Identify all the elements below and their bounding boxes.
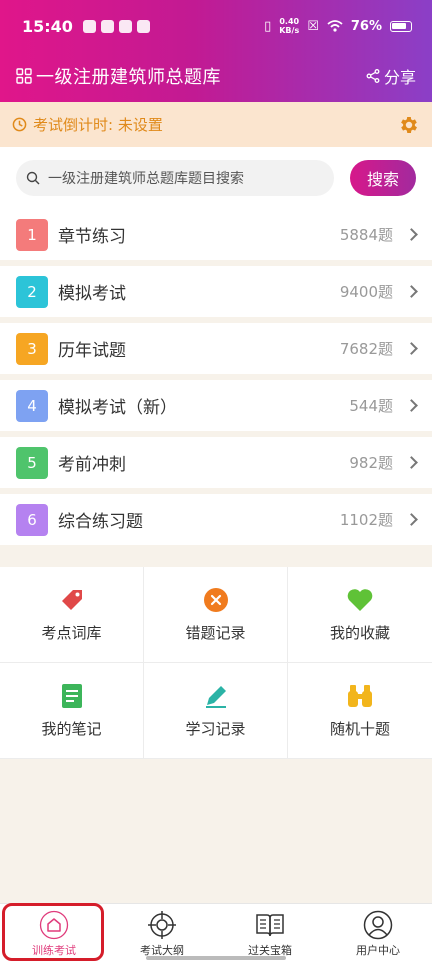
- network-speed-unit: KB/s: [279, 26, 300, 35]
- section-label: 历年试题: [58, 341, 126, 361]
- section-label: 综合练习题: [58, 512, 143, 532]
- section-label: 模拟考试: [58, 284, 126, 304]
- notification-app-icon: [100, 19, 114, 33]
- tool-wrong-answers[interactable]: 错题记录: [144, 567, 288, 663]
- section-count: 5884题: [339, 226, 393, 244]
- sim-icon: ☒: [307, 18, 319, 34]
- search-row: 一级注册建筑师总题库题目搜索 搜索: [0, 147, 432, 209]
- chevron-right-icon: [405, 228, 418, 241]
- search-input[interactable]: 一级注册建筑师总题库题目搜索: [16, 160, 334, 196]
- section-count: 1102题: [339, 511, 393, 529]
- share-label: 分享: [383, 68, 416, 87]
- gesture-home-bar: [146, 956, 286, 960]
- tool-label: 考点词库: [41, 624, 102, 642]
- gear-icon[interactable]: [398, 114, 420, 136]
- section-row-final-sprint[interactable]: 5 考前冲刺 982题: [0, 437, 432, 488]
- heart-icon: [347, 589, 373, 611]
- section-row-past-papers[interactable]: 3 历年试题 7682题: [0, 323, 432, 374]
- exam-countdown-bar: 考试倒计时: 未设置: [0, 102, 432, 147]
- section-number-badge: 3: [16, 332, 48, 365]
- share-icon: [366, 69, 380, 83]
- tool-keyword-bank[interactable]: 考点词库: [0, 567, 144, 663]
- page-title: 一级注册建筑师总题库: [36, 67, 221, 88]
- tool-random-ten[interactable]: 随机十题: [288, 663, 432, 759]
- section-row-chapter-practice[interactable]: 1 章节练习 5884题: [0, 209, 432, 260]
- tag-icon: [61, 590, 82, 610]
- tool-favorites[interactable]: 我的收藏: [288, 567, 432, 663]
- section-label: 模拟考试（新）: [58, 398, 177, 418]
- notification-app-icon: [82, 19, 96, 33]
- notebook-icon: [61, 684, 82, 708]
- bottom-tab-bar: 训练考试 考试大纲 过关宝箱 用户中心: [0, 903, 432, 964]
- chevron-right-icon: [405, 399, 418, 412]
- search-icon: [26, 171, 40, 185]
- app-bar: 一级注册建筑师总题库 分享: [0, 52, 432, 100]
- tab-pass-treasure[interactable]: 过关宝箱: [216, 904, 324, 964]
- wifi-icon: [327, 20, 343, 32]
- chevron-right-icon: [405, 456, 418, 469]
- search-placeholder: 一级注册建筑师总题库题目搜索: [48, 171, 244, 187]
- section-label: 考前冲刺: [58, 455, 126, 475]
- tool-label: 学习记录: [185, 720, 246, 738]
- status-time: 15:40: [22, 16, 73, 36]
- share-button[interactable]: 分享: [366, 64, 416, 88]
- clock-icon: [12, 117, 27, 132]
- chevron-right-icon: [405, 342, 418, 355]
- tool-study-history[interactable]: 学习记录: [144, 663, 288, 759]
- chevron-right-icon: [405, 513, 418, 526]
- section-number-badge: 5: [16, 446, 48, 479]
- tab-exam-syllabus[interactable]: 考试大纲: [108, 904, 216, 964]
- notification-app-icon: [136, 19, 150, 33]
- binoculars-icon: [348, 685, 372, 707]
- grid-icon[interactable]: [16, 68, 32, 84]
- tab-training-exam[interactable]: 训练考试: [0, 904, 108, 964]
- section-row-comprehensive-practice[interactable]: 6 综合练习题 1102题: [0, 494, 432, 545]
- tab-label: 训练考试: [32, 944, 76, 957]
- tool-label: 随机十题: [329, 720, 390, 738]
- tab-user-center[interactable]: 用户中心: [324, 904, 432, 964]
- section-count: 544题: [349, 397, 393, 415]
- section-number-badge: 2: [16, 275, 48, 308]
- section-count: 7682题: [339, 340, 393, 358]
- status-bar: 15:40 ▯ 0.40 KB/s ☒ 76%: [0, 0, 432, 52]
- section-label: 章节练习: [58, 227, 126, 247]
- battery-icon: [390, 20, 412, 32]
- tool-label: 我的收藏: [329, 624, 390, 642]
- countdown-text: 考试倒计时: 未设置: [33, 116, 163, 134]
- tool-label: 我的笔记: [41, 720, 102, 738]
- error-x-icon: [203, 588, 228, 612]
- vibrate-icon: ▯: [264, 18, 272, 34]
- network-speed-value: 0.40: [279, 17, 300, 26]
- tab-label: 用户中心: [356, 944, 400, 957]
- section-count: 982题: [349, 454, 393, 472]
- network-speed: 0.40 KB/s: [279, 17, 299, 35]
- pencil-icon: [205, 686, 226, 708]
- target-icon: [148, 911, 176, 939]
- search-button[interactable]: 搜索: [350, 160, 416, 196]
- tools-grid: 考点词库 错题记录 我的收藏 我的笔记 学习记录 随机十题: [0, 567, 432, 759]
- tool-label: 错题记录: [185, 624, 246, 642]
- home-icon: [39, 910, 69, 940]
- section-row-mock-exam[interactable]: 2 模拟考试 9400题: [0, 266, 432, 317]
- notification-app-icon: [118, 19, 132, 33]
- section-number-badge: 4: [16, 389, 48, 422]
- chevron-right-icon: [405, 285, 418, 298]
- question-section-list: 1 章节练习 5884题 2 模拟考试 9400题 3 历年试题 7682题 4…: [0, 209, 432, 551]
- section-count: 9400题: [339, 283, 393, 301]
- section-number-badge: 6: [16, 503, 48, 536]
- user-icon: [363, 910, 393, 940]
- section-number-badge: 1: [16, 218, 48, 251]
- book-icon: [256, 914, 284, 937]
- tool-notes[interactable]: 我的笔记: [0, 663, 144, 759]
- battery-percent: 76%: [350, 18, 382, 34]
- section-row-mock-exam-new[interactable]: 4 模拟考试（新） 544题: [0, 380, 432, 431]
